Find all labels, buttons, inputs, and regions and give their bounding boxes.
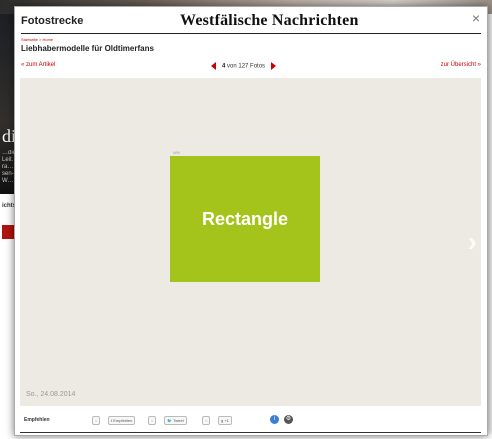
google-plus-button[interactable]: g +1 xyxy=(218,416,232,425)
close-button[interactable]: × xyxy=(469,11,483,25)
gallery-title: Fotostrecke xyxy=(21,15,84,27)
settings-gear-icon[interactable]: ⚙ xyxy=(284,415,293,424)
gallery-modal: Fotostrecke Westfälische Nachrichten × S… xyxy=(14,6,488,436)
photo-counter: 4 von 127 Fotos xyxy=(211,62,277,70)
info-icon[interactable]: i xyxy=(270,415,279,424)
gallery-subtitle: Liebhabermodelle für Oldtimerfans xyxy=(21,44,154,53)
facebook-recommend-button[interactable]: f Empfehlen xyxy=(108,416,136,425)
share-label: Empfehlen xyxy=(24,417,50,423)
back-to-article-link[interactable]: « zum Artikel xyxy=(21,62,55,68)
gallery-navigation: « zum Artikel 4 von 127 Fotos zur Übersi… xyxy=(21,62,481,72)
tweet-label: Tweet xyxy=(173,418,184,423)
newspaper-logo: Westfälische Nachrichten xyxy=(180,12,359,29)
recommend-label: Empfehlen xyxy=(113,418,133,423)
toggle-icon[interactable]: ◌ xyxy=(202,416,211,425)
tweet-button[interactable]: 🐦 Tweet xyxy=(164,416,187,425)
current-photo-number: 4 xyxy=(222,63,226,70)
photo-date: So., 24.08.2014 xyxy=(26,391,76,398)
previous-photo-arrow-icon[interactable] xyxy=(211,62,216,70)
next-photo-arrow-icon[interactable] xyxy=(271,62,277,70)
breadcrumb[interactable]: Startseite > Home xyxy=(21,37,53,42)
header-divider xyxy=(21,33,481,34)
share-toolbar: Empfehlen ◌ f Empfehlen ◌ 🐦 Tweet ◌ g +1… xyxy=(20,409,481,433)
photo-placeholder-label: Rectangle xyxy=(201,208,289,229)
photo-total-text: von 127 Fotos xyxy=(227,63,266,70)
toggle-icon[interactable]: ◌ xyxy=(92,416,101,425)
toolbar-divider xyxy=(20,432,481,433)
toggle-icon[interactable]: ◌ xyxy=(148,416,157,425)
photo-placeholder[interactable]: Rectangle xyxy=(170,156,320,282)
photo-stage[interactable]: WN Rectangle › So., 24.08.2014 xyxy=(20,78,481,406)
stage-next-chevron-icon[interactable]: › xyxy=(468,226,477,258)
overview-link[interactable]: zur Übersicht » xyxy=(441,62,481,68)
gplus-label: +1 xyxy=(224,418,229,423)
image-credit: WN xyxy=(173,150,180,155)
